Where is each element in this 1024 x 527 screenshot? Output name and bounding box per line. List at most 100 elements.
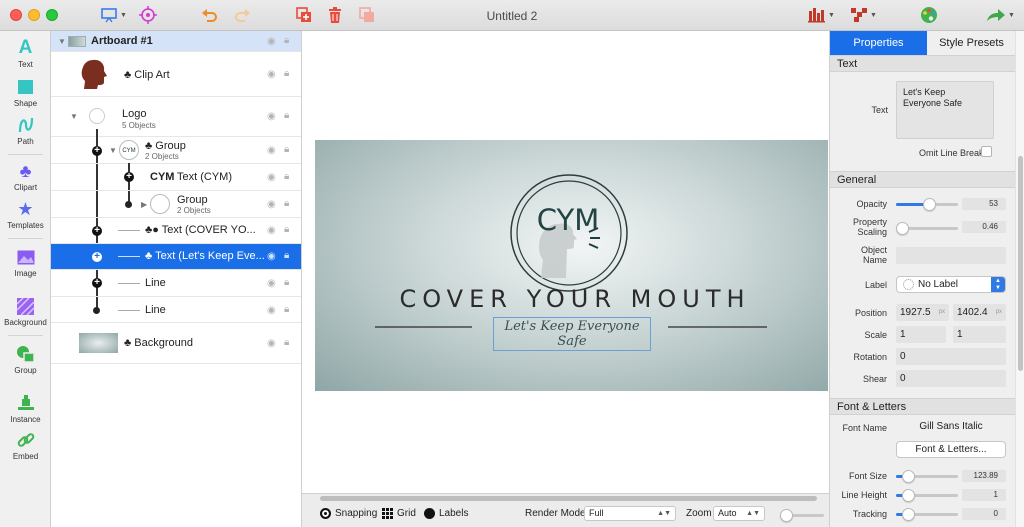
- horizontal-scrollbar[interactable]: [320, 496, 817, 501]
- section-font-header[interactable]: Font & Letters: [830, 398, 1016, 415]
- layer-row-text-cym[interactable]: + CYM Text (CYM) ◉ 🔒︎: [51, 164, 301, 191]
- background-tool[interactable]: Background: [0, 295, 51, 335]
- label-select[interactable]: No Label ▲ ▼: [896, 276, 1006, 293]
- section-text-header[interactable]: Text: [830, 55, 1016, 72]
- text-content-input[interactable]: Let's Keep Everyone Safe: [896, 81, 994, 139]
- lock-icon[interactable]: 🔒︎: [284, 110, 289, 121]
- minimize-window-button[interactable]: [28, 9, 40, 21]
- font-size-value[interactable]: 123.89: [962, 470, 1006, 482]
- disclosure-triangle-icon[interactable]: ▼: [70, 112, 78, 121]
- slider-knob[interactable]: [902, 470, 915, 483]
- tracking-slider[interactable]: [896, 508, 958, 521]
- zoom-slider[interactable]: [780, 509, 824, 522]
- disclosure-triangle-icon[interactable]: ▶: [141, 200, 147, 209]
- embed-tool[interactable]: Embed: [0, 429, 51, 469]
- omit-line-breaks-checkbox[interactable]: [981, 146, 992, 157]
- tracking-value[interactable]: 0: [962, 508, 1006, 520]
- shear-input[interactable]: 0: [896, 370, 1006, 387]
- layer-row-logo[interactable]: ▼ Logo 5 Objects ◉ 🔒︎: [51, 97, 301, 137]
- lock-icon[interactable]: 🔒︎: [284, 35, 289, 46]
- font-letters-button[interactable]: Font & Letters...: [896, 441, 1006, 458]
- layer-row-group[interactable]: + ▼ CYM ♣︎ Group 2 Objects ◉ 🔒︎: [51, 137, 301, 164]
- eye-icon[interactable]: ◉: [267, 111, 276, 122]
- labels-toggle[interactable]: Labels: [424, 508, 468, 519]
- layer-row-text-keep[interactable]: + ♣︎ Text (Let's Keep Eve... ◉ 🔒︎: [51, 244, 301, 270]
- eye-icon[interactable]: ◉: [267, 69, 276, 80]
- position-y-input[interactable]: 1402.4 px: [953, 304, 1006, 321]
- disclosure-triangle-icon[interactable]: ▼: [58, 37, 66, 46]
- eye-icon[interactable]: ◉: [267, 278, 276, 289]
- redo-button[interactable]: [233, 4, 251, 26]
- line-height-value[interactable]: 1: [962, 489, 1006, 501]
- font-size-slider[interactable]: [896, 470, 958, 483]
- slider-knob[interactable]: [923, 198, 936, 211]
- layer-row-text-cover[interactable]: + ♣︎● Text (COVER YO... ◉ 🔒︎: [51, 218, 301, 244]
- templates-tool[interactable]: ★ Templates: [0, 198, 51, 238]
- tab-properties[interactable]: Properties: [830, 31, 927, 55]
- disclosure-triangle-icon[interactable]: ▼: [109, 146, 117, 155]
- lock-icon[interactable]: 🔒︎: [284, 198, 289, 209]
- distribute-button[interactable]: ▼: [850, 4, 877, 26]
- rotation-input[interactable]: 0: [896, 348, 1006, 365]
- undo-button[interactable]: [201, 4, 219, 26]
- property-scaling-slider[interactable]: [896, 222, 958, 235]
- eye-icon[interactable]: ◉: [267, 199, 276, 210]
- eye-icon[interactable]: ◉: [267, 145, 276, 156]
- inspector-scrollbar[interactable]: [1015, 31, 1024, 527]
- colors-button[interactable]: [920, 4, 938, 26]
- snapping-toggle[interactable]: Snapping: [320, 508, 377, 519]
- target-button[interactable]: [139, 4, 157, 26]
- shape-tool[interactable]: Shape: [0, 76, 51, 116]
- line-height-slider[interactable]: [896, 489, 958, 502]
- lock-icon[interactable]: 🔒︎: [284, 68, 289, 79]
- chart-button[interactable]: ▼: [808, 4, 835, 26]
- logo-text[interactable]: CYM: [526, 203, 610, 237]
- lock-icon[interactable]: 🔒︎: [284, 144, 289, 155]
- group-tool[interactable]: Group: [0, 343, 51, 383]
- eye-icon[interactable]: ◉: [267, 36, 276, 47]
- layer-row-background[interactable]: ♣︎ Background ◉ 🔒︎: [51, 323, 301, 364]
- layer-row-clipart[interactable]: ♣︎ Clip Art ◉ 🔒︎: [51, 52, 301, 97]
- scale-x-input[interactable]: 1: [896, 326, 946, 343]
- delete-button[interactable]: [327, 4, 343, 26]
- eye-icon[interactable]: ◉: [267, 305, 276, 316]
- lock-icon[interactable]: 🔒︎: [284, 277, 289, 288]
- lock-icon[interactable]: 🔒︎: [284, 304, 289, 315]
- path-tool[interactable]: Path: [0, 114, 51, 154]
- section-general-header[interactable]: General: [830, 171, 1016, 188]
- zoom-select[interactable]: Auto ▲▼: [713, 506, 765, 521]
- grid-toggle[interactable]: Grid: [382, 508, 416, 519]
- eye-icon[interactable]: ◉: [267, 251, 276, 262]
- text-tool[interactable]: A Text: [0, 37, 51, 77]
- tagline-text[interactable]: Let's Keep Everyone Safe: [493, 317, 651, 351]
- lock-icon[interactable]: 🔒︎: [284, 171, 289, 182]
- duplicate-button[interactable]: [295, 4, 313, 26]
- slider-knob[interactable]: [902, 489, 915, 502]
- object-name-input[interactable]: [896, 247, 1006, 264]
- layer-row-artboard[interactable]: ▼ Artboard #1 ◉ 🔒︎: [51, 31, 301, 52]
- slider-knob[interactable]: [780, 509, 793, 522]
- maximize-window-button[interactable]: [46, 9, 58, 21]
- tab-style-presets[interactable]: Style Presets: [927, 31, 1016, 55]
- lock-icon[interactable]: 🔒︎: [284, 337, 289, 348]
- lock-icon[interactable]: 🔒︎: [284, 250, 289, 261]
- lock-icon[interactable]: 🔒︎: [284, 224, 289, 235]
- artboard[interactable]: CYM COVER YOUR MOUTH Let's Keep Everyone…: [315, 140, 828, 391]
- layer-row-group-2[interactable]: ▶ Group 2 Objects ◉ 🔒︎: [51, 191, 301, 218]
- slider-knob[interactable]: [896, 222, 909, 235]
- share-button[interactable]: ▼: [986, 4, 1015, 26]
- canvas-view-button[interactable]: ▼: [100, 4, 127, 26]
- instance-tool[interactable]: Instance: [0, 392, 51, 432]
- close-window-button[interactable]: [10, 9, 22, 21]
- position-x-input[interactable]: 1927.5 px: [896, 304, 949, 321]
- canvas[interactable]: CYM COVER YOUR MOUTH Let's Keep Everyone…: [302, 31, 829, 493]
- layer-row-line-2[interactable]: Line ◉ 🔒︎: [51, 297, 301, 323]
- arrange-button[interactable]: [358, 4, 376, 26]
- opacity-value[interactable]: 53: [962, 198, 1006, 210]
- clipart-tool[interactable]: ♣ Clipart: [0, 160, 51, 200]
- eye-icon[interactable]: ◉: [267, 338, 276, 349]
- scale-y-input[interactable]: 1: [953, 326, 1006, 343]
- eye-icon[interactable]: ◉: [267, 172, 276, 183]
- slider-knob[interactable]: [902, 508, 915, 521]
- title-text[interactable]: COVER YOUR MOUTH: [345, 285, 805, 313]
